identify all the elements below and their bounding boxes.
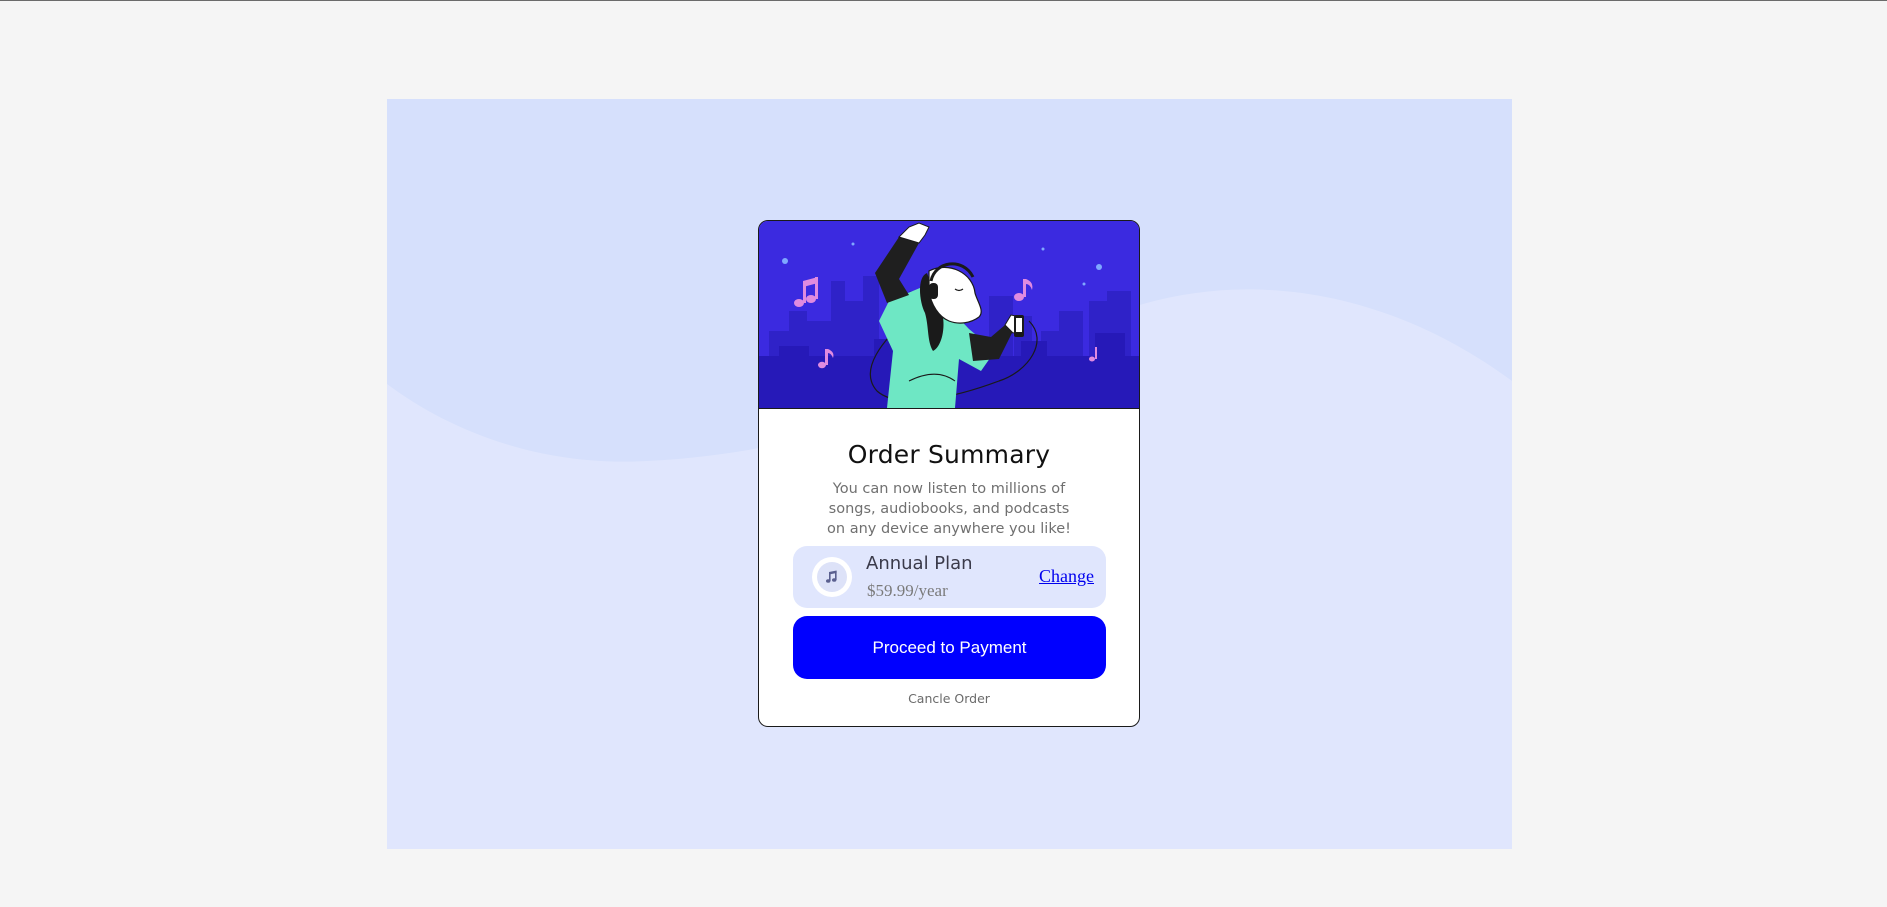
music-note-icon (812, 557, 852, 597)
proceed-to-payment-button[interactable]: Proceed to Payment (793, 616, 1106, 679)
plan-summary: Annual Plan $59.99/year Change (793, 546, 1106, 608)
listening-person-illustration (759, 221, 1139, 408)
hero-illustration (759, 221, 1139, 409)
music-note-glyph (826, 570, 837, 583)
order-description: You can now listen to millions of songs,… (827, 481, 1071, 537)
window-top-border (0, 0, 1887, 1)
order-summary-card: Order Summary You can now listen to mill… (758, 220, 1140, 727)
page-title: Order Summary (847, 440, 1051, 469)
plan-price: $59.99/year (867, 581, 948, 600)
change-plan-link[interactable]: Change (1039, 566, 1094, 587)
plan-name: Annual Plan (866, 553, 973, 574)
cancel-order-button[interactable]: Cancle Order (759, 691, 1139, 706)
